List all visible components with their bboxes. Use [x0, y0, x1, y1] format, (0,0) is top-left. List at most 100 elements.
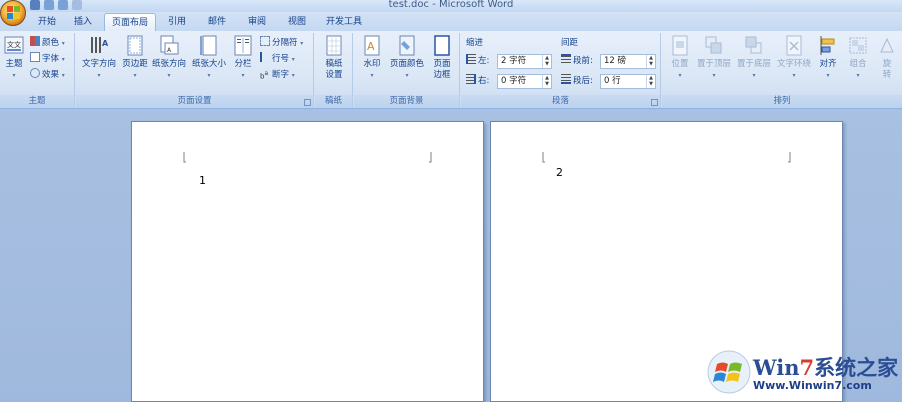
breaks-button[interactable]: 分隔符 ▾	[260, 36, 303, 50]
svg-text:文文: 文文	[7, 40, 21, 49]
position-button[interactable]: 位置 ▾	[666, 35, 694, 81]
spinner-arrows-icon[interactable]: ▲ ▼	[646, 75, 655, 88]
position-icon	[672, 35, 688, 56]
spacing-after-input[interactable]: 0 行 ▲ ▼	[600, 74, 656, 89]
chevron-down-icon: ▾	[167, 72, 171, 79]
theme-fonts-label: 字体	[42, 54, 60, 64]
watermark-url: Www.Winwin7.com	[753, 379, 872, 392]
tab-developer[interactable]: 开发工具	[320, 13, 368, 31]
indent-left-input[interactable]: 2 字符 ▲ ▼	[497, 54, 552, 69]
align-button[interactable]: 对齐 ▾	[815, 35, 841, 81]
tab-review[interactable]: 审阅	[240, 13, 274, 31]
text-direction-icon: A	[91, 37, 109, 53]
svg-text:A: A	[102, 39, 109, 48]
text-wrap-button[interactable]: 文字环绕 ▾	[775, 35, 813, 81]
margins-button[interactable]: 页边距 ▾	[120, 35, 150, 81]
tab-page-layout[interactable]: 页面布局	[104, 13, 156, 31]
theme-button[interactable]: 文文 主题 ▾	[2, 35, 26, 81]
tab-view[interactable]: 视图	[280, 13, 314, 31]
margins-label: 页边距	[122, 59, 148, 69]
bring-to-front-button[interactable]: 置于顶层 ▾	[695, 35, 733, 81]
group-theme: 文文 主题 ▾ 颜色 ▾ 字体 ▾ 效果 ▾ 主题	[0, 33, 75, 108]
tab-references[interactable]: 引用	[160, 13, 194, 31]
indent-right-input[interactable]: 0 字符 ▲ ▼	[497, 74, 552, 89]
theme-colors-button[interactable]: 颜色 ▾	[30, 36, 65, 50]
watermark-icon: A	[364, 35, 380, 56]
spinner-arrows-icon[interactable]: ▲ ▼	[542, 55, 551, 68]
page-borders-label-2: 边框	[433, 70, 451, 80]
chevron-down-icon: ▾	[712, 72, 716, 79]
font-a-icon	[30, 52, 40, 62]
tab-mailings[interactable]: 邮件	[200, 13, 234, 31]
page-2-text[interactable]: 2	[556, 166, 563, 179]
indent-left-value: 2 字符	[501, 56, 527, 66]
spinner-arrows-icon[interactable]: ▲ ▼	[646, 55, 655, 68]
spacing-after-label: 段后:	[561, 74, 593, 88]
chevron-down-icon: ▾	[207, 72, 211, 79]
manuscript-setup-button[interactable]: 稿纸 设置	[318, 35, 350, 81]
theme-effects-button[interactable]: 效果 ▾	[30, 68, 65, 82]
send-to-back-label: 置于底层	[736, 59, 771, 69]
columns-icon	[234, 35, 252, 56]
orientation-button[interactable]: A 纸张方向 ▾	[150, 35, 188, 81]
send-to-back-icon	[745, 36, 762, 54]
margin-corner-icon	[788, 152, 791, 163]
send-to-back-button[interactable]: 置于底层 ▾	[735, 35, 773, 81]
rotate-button[interactable]: 旋 转	[875, 35, 899, 81]
watermark-button[interactable]: A 水印 ▾	[358, 35, 386, 81]
chevron-down-icon: ▾	[291, 56, 295, 63]
line-numbers-button[interactable]: 行号 ▾	[260, 52, 295, 66]
paragraph-dialog-launcher-icon[interactable]	[651, 99, 658, 106]
document-page-1[interactable]: 1	[131, 121, 484, 402]
orientation-label: 纸张方向	[151, 59, 186, 69]
page-size-button[interactable]: 纸张大小 ▾	[189, 35, 229, 81]
group-objects-icon	[849, 37, 867, 54]
chevron-down-icon: ▾	[241, 72, 245, 79]
chevron-down-icon: ▾	[61, 40, 65, 47]
page-setup-dialog-launcher-icon[interactable]	[304, 99, 311, 106]
spacing-title: 间距	[561, 38, 579, 48]
page-borders-button[interactable]: 页面 边框	[428, 35, 456, 81]
office-logo-icon	[7, 6, 20, 19]
manuscript-setup-label-1: 稿纸	[325, 59, 343, 69]
chevron-down-icon: ▾	[291, 72, 295, 79]
hyphenation-button[interactable]: ba 断字 ▾	[260, 68, 295, 82]
theme-effects-label: 效果	[42, 70, 60, 80]
spacing-before-input[interactable]: 12 磅 ▲ ▼	[600, 54, 656, 69]
tab-home[interactable]: 开始	[30, 13, 64, 31]
office-button[interactable]	[0, 0, 26, 26]
page-borders-label-1: 页面	[433, 59, 451, 69]
spacing-before-value: 12 磅	[604, 56, 627, 66]
chevron-down-icon: ▾	[826, 72, 830, 79]
chevron-down-icon: ▾	[12, 72, 16, 79]
page-color-button[interactable]: 页面颜色 ▾	[388, 35, 426, 81]
group-label-paragraph: 段落	[461, 95, 660, 108]
text-direction-button[interactable]: A 文字方向 ▾	[79, 35, 119, 81]
breaks-label: 分隔符	[272, 38, 298, 48]
page-size-icon	[200, 35, 217, 56]
bring-to-front-icon	[705, 36, 722, 54]
spinner-arrows-icon[interactable]: ▲ ▼	[542, 75, 551, 88]
page-color-icon	[399, 35, 415, 56]
group-paragraph: 缩进 左: 2 字符 ▲ ▼ 右: 0 字符 ▲ ▼ 间距 段前: 12 磅 ▲ ▼ …	[461, 33, 661, 108]
chevron-down-icon: ▾	[752, 72, 756, 79]
windows-logo-icon	[707, 350, 751, 394]
breaks-icon	[260, 36, 270, 46]
group-page-setup: A 文字方向 ▾ 页边距 ▾ A 纸张方向 ▾ 纸张大小 ▾ 分栏 ▾ 分隔符 …	[76, 33, 314, 108]
align-label: 对齐	[819, 59, 837, 69]
group-objects-button[interactable]: 组合 ▾	[845, 35, 871, 81]
chevron-down-icon: ▾	[792, 72, 796, 79]
title-bar: test.doc - Microsoft Word	[0, 0, 902, 12]
group-label-theme: 主题	[0, 95, 74, 108]
page-1-text[interactable]: 1	[199, 174, 206, 187]
theme-fonts-button[interactable]: 字体 ▾	[30, 52, 65, 66]
hyphenation-icon: ba	[260, 70, 269, 80]
margin-corner-icon	[183, 152, 186, 163]
window-title: test.doc - Microsoft Word	[388, 0, 514, 10]
columns-button[interactable]: 分栏 ▾	[230, 35, 256, 81]
tab-insert[interactable]: 插入	[66, 13, 100, 31]
rotate-label-1: 旋	[882, 59, 892, 69]
indent-right-icon	[466, 74, 476, 84]
indent-right-label: 右:	[466, 74, 489, 88]
watermark-brand-c: 系统之家	[814, 355, 899, 380]
